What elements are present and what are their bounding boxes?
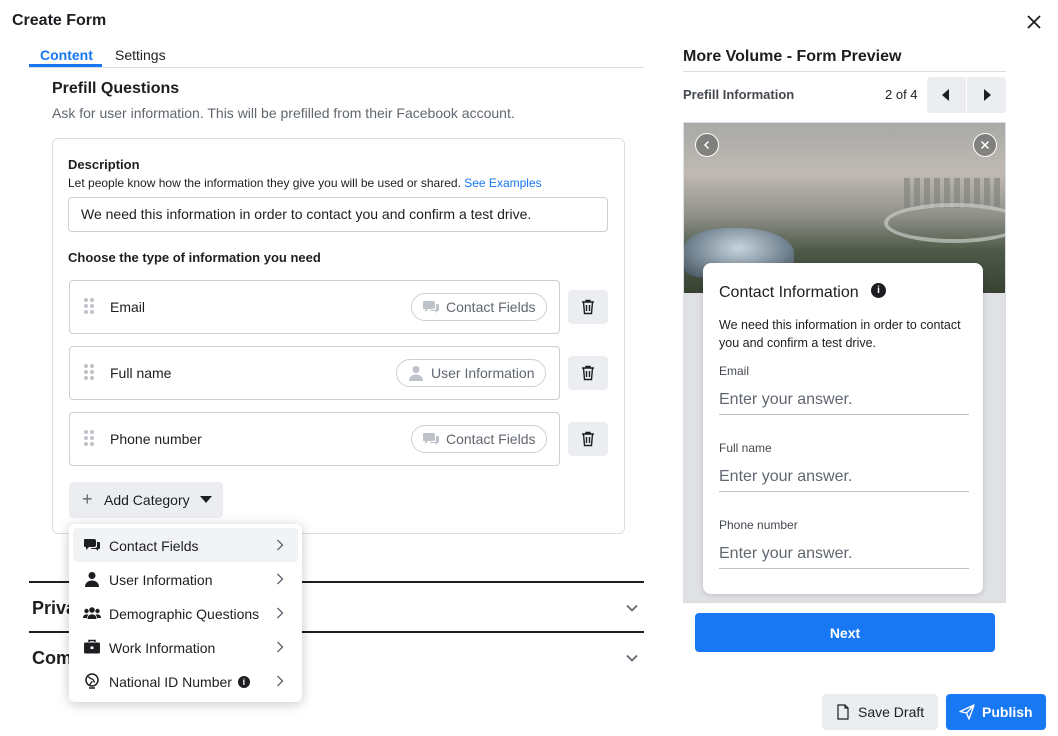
- section-completion-title[interactable]: Com: [32, 648, 72, 669]
- drag-handle-icon[interactable]: [84, 430, 94, 446]
- chevron-down-icon[interactable]: [624, 650, 640, 666]
- question-label: Email: [719, 364, 750, 378]
- preview-pager: [927, 77, 1006, 113]
- menu-item-label: Work Information: [109, 640, 216, 656]
- chevron-right-icon: [277, 641, 284, 653]
- phone-answer-field[interactable]: Enter your answer.: [719, 539, 969, 569]
- menu-item-label: User Information: [109, 572, 213, 588]
- info-icon[interactable]: i: [237, 676, 250, 688]
- chevron-left-icon: [703, 140, 710, 150]
- next-page-icon[interactable]: [984, 89, 991, 101]
- question-label: Phone number: [110, 431, 202, 447]
- person-icon: [409, 366, 423, 381]
- email-answer-field[interactable]: Enter your answer.: [719, 385, 969, 415]
- contact-info-title: Contact Information: [719, 284, 859, 301]
- group-icon: [83, 607, 101, 619]
- globe-icon: [85, 673, 99, 689]
- next-button[interactable]: Next: [695, 613, 995, 652]
- chevron-down-icon[interactable]: [624, 600, 640, 616]
- preview-title: More Volume - Form Preview: [683, 48, 902, 65]
- question-label: Full name: [110, 365, 172, 381]
- category-pill-label: User Information: [431, 365, 535, 381]
- menu-item-label: Demographic Questions: [109, 606, 260, 622]
- previous-page-icon[interactable]: [942, 89, 949, 101]
- description-help-text: Let people know how the information they…: [68, 176, 461, 190]
- delete-email-button[interactable]: [568, 290, 608, 324]
- road-curve: [884, 203, 1005, 243]
- description-label: Description: [68, 157, 140, 172]
- menu-item-national-id[interactable]: National ID Number i: [73, 664, 298, 698]
- question-label: Full name: [719, 441, 772, 455]
- description-input[interactable]: We need this information in order to con…: [68, 197, 608, 232]
- menu-item-demographic-questions[interactable]: Demographic Questions: [73, 596, 298, 630]
- tab-content[interactable]: Content: [40, 47, 93, 63]
- close-button[interactable]: [1022, 10, 1046, 34]
- drag-handle-icon[interactable]: [84, 298, 94, 314]
- add-category-label: Add Category: [104, 492, 190, 508]
- save-draft-button[interactable]: Save Draft: [822, 694, 938, 730]
- choose-info-label: Choose the type of information you need: [68, 250, 321, 265]
- dialog-title: Create Form: [12, 12, 107, 29]
- preview-close-button[interactable]: [973, 133, 997, 157]
- category-pill-label: Contact Fields: [446, 299, 536, 315]
- chat-bubbles-icon: [84, 539, 100, 551]
- question-row-phone[interactable]: Phone number Contact Fields: [69, 412, 560, 466]
- chevron-right-icon: [277, 675, 284, 687]
- preview-step-label: Prefill Information: [683, 87, 795, 102]
- publish-label: Publish: [982, 704, 1033, 720]
- caret-down-icon: [200, 496, 212, 503]
- menu-item-work-information[interactable]: Work Information: [73, 630, 298, 664]
- chat-bubbles-icon: [423, 301, 439, 313]
- category-pill: Contact Fields: [411, 425, 548, 453]
- full-name-answer-field[interactable]: Enter your answer.: [719, 462, 969, 492]
- trash-icon: [582, 431, 594, 447]
- contact-info-card: Contact Information i We need this infor…: [703, 263, 983, 594]
- person-icon: [85, 572, 99, 587]
- chevron-right-icon: [277, 573, 284, 585]
- question-row-email[interactable]: Email Contact Fields: [69, 280, 560, 334]
- plus-icon: +: [82, 489, 93, 509]
- menu-item-contact-fields[interactable]: Contact Fields: [73, 528, 298, 562]
- add-category-button[interactable]: + Add Category: [69, 482, 223, 518]
- prefill-subheading: Ask for user information. This will be p…: [52, 105, 515, 121]
- tab-settings[interactable]: Settings: [115, 47, 166, 63]
- chat-bubbles-icon: [423, 433, 439, 445]
- see-examples-link[interactable]: See Examples: [464, 176, 541, 190]
- save-draft-label: Save Draft: [858, 704, 925, 720]
- active-tab-indicator: [29, 64, 102, 67]
- menu-item-user-information[interactable]: User Information: [73, 562, 298, 596]
- contact-info-description: We need this information in order to con…: [719, 318, 961, 350]
- pager-divider: [966, 77, 967, 113]
- delete-full-name-button[interactable]: [568, 356, 608, 390]
- trash-icon: [582, 299, 594, 315]
- drag-handle-icon[interactable]: [84, 364, 94, 380]
- trash-icon: [582, 365, 594, 381]
- add-category-menu: Contact Fields User Information Demograp…: [69, 524, 302, 702]
- question-row-full-name[interactable]: Full name User Information: [69, 346, 560, 400]
- menu-item-text: National ID Number: [109, 674, 232, 690]
- preview-back-button[interactable]: [695, 133, 719, 157]
- description-help: Let people know how the information they…: [68, 176, 542, 190]
- close-icon: [980, 140, 990, 150]
- category-pill: Contact Fields: [411, 293, 548, 321]
- category-pill: User Information: [396, 359, 547, 387]
- delete-phone-button[interactable]: [568, 422, 608, 456]
- chevron-right-icon: [277, 607, 284, 619]
- menu-item-label: Contact Fields: [109, 538, 199, 554]
- form-preview: Contact Information i We need this infor…: [683, 122, 1006, 603]
- question-label: Phone number: [719, 518, 798, 532]
- chevron-right-icon: [277, 539, 284, 551]
- question-label: Email: [110, 299, 146, 315]
- category-pill-label: Contact Fields: [446, 431, 536, 447]
- tab-bar: Content Settings: [29, 44, 644, 68]
- document-icon: [837, 704, 849, 720]
- close-icon: [1027, 15, 1041, 29]
- preview-page-count: 2 of 4: [885, 87, 918, 102]
- info-icon[interactable]: i: [871, 283, 886, 298]
- send-icon: [959, 704, 975, 720]
- briefcase-icon: [84, 639, 100, 654]
- publish-button[interactable]: Publish: [946, 694, 1046, 730]
- prefill-heading: Prefill Questions: [52, 80, 180, 97]
- menu-item-label: National ID Number i: [109, 674, 250, 690]
